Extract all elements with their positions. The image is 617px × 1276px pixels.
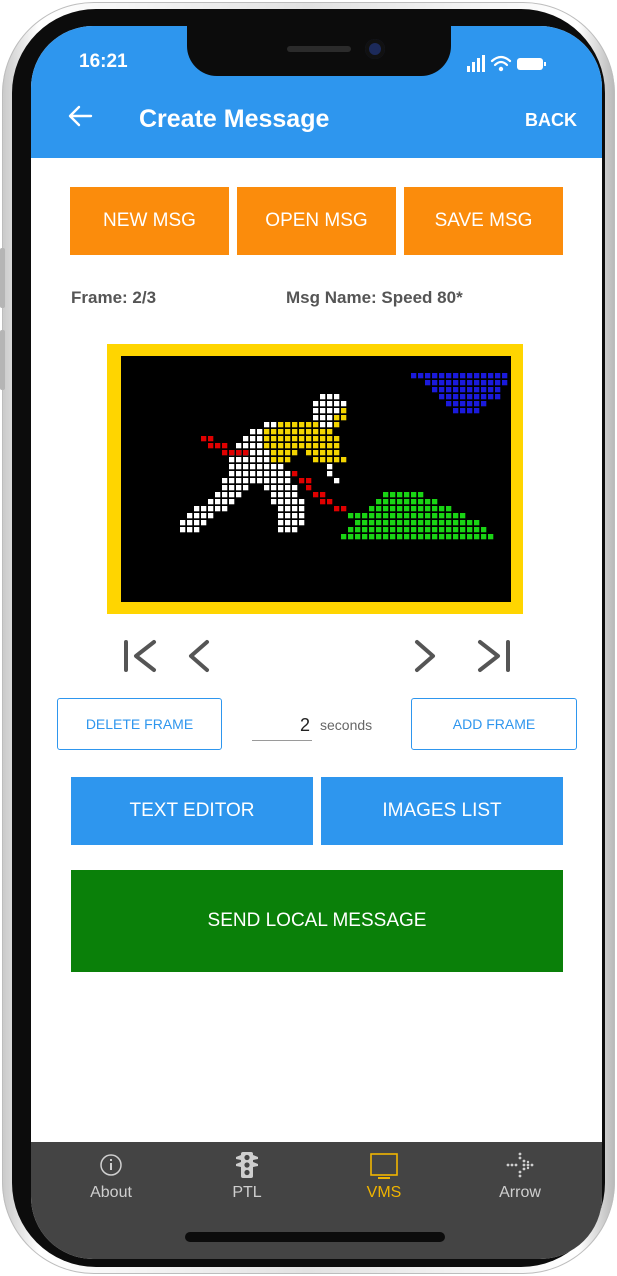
signal-icon [467, 55, 485, 72]
previous-frame-icon[interactable] [181, 634, 221, 678]
traffic-light-icon [236, 1152, 258, 1178]
speaker [287, 46, 351, 52]
delete-frame-button[interactable]: DELETE FRAME [57, 698, 222, 750]
volume-up-button [0, 248, 5, 308]
nav-label-vms: VMS [366, 1184, 402, 1201]
next-frame-icon[interactable] [403, 634, 443, 678]
home-indicator [185, 1232, 445, 1242]
last-frame-icon[interactable] [474, 634, 514, 678]
frame-value: 2/3 [132, 288, 157, 307]
frame-duration: seconds [252, 710, 392, 742]
nav-item-about[interactable]: About [66, 1150, 156, 1210]
page-title: Create Message [139, 105, 330, 133]
info-icon [100, 1154, 122, 1176]
notch [187, 26, 451, 76]
nav-label-ptl: PTL [232, 1184, 262, 1201]
status-icons [467, 55, 546, 72]
wifi-icon [490, 55, 512, 67]
new-msg-button[interactable]: NEW MSG [70, 187, 229, 255]
app-bar: 16:21 Create Message BACK [31, 26, 602, 158]
nav-item-arrow[interactable]: Arrow [475, 1150, 565, 1210]
msg-name-label: Msg Name: [286, 288, 377, 307]
first-frame-icon[interactable] [120, 634, 160, 678]
back-button[interactable]: BACK [525, 110, 577, 131]
frame-info: Frame: 2/3 [71, 288, 156, 308]
arrow-left-icon[interactable] [67, 103, 93, 129]
volume-down-button [0, 330, 5, 390]
road-works-man-digging-icon [180, 373, 508, 540]
nav-label-arrow: Arrow [499, 1184, 541, 1201]
frame-label: Frame: [71, 288, 128, 307]
wifi-dot [498, 66, 504, 72]
save-msg-button[interactable]: SAVE MSG [404, 187, 563, 255]
status-time: 16:21 [79, 51, 128, 72]
monitor-icon [370, 1153, 398, 1179]
app-screen: 16:21 Create Message BACK NEW MSG OPEN M… [31, 26, 602, 1259]
open-msg-button[interactable]: OPEN MSG [237, 187, 396, 255]
frame-duration-unit: seconds [320, 717, 373, 733]
led-preview[interactable] [121, 356, 511, 602]
battery-icon [517, 58, 546, 70]
send-local-message-button[interactable]: SEND LOCAL MESSAGE [71, 870, 563, 972]
msg-name-info: Msg Name: Speed 80* [286, 288, 463, 308]
arrow-board-icon [506, 1152, 534, 1178]
add-frame-button[interactable]: ADD FRAME [411, 698, 577, 750]
nav-item-vms[interactable]: VMS [339, 1150, 429, 1210]
msg-name-value: Speed 80* [381, 288, 463, 307]
camera-icon [365, 39, 385, 59]
nav-label-about: About [90, 1184, 132, 1201]
text-editor-button[interactable]: TEXT EDITOR [71, 777, 313, 845]
images-list-button[interactable]: IMAGES LIST [321, 777, 563, 845]
frame-duration-input[interactable] [252, 710, 312, 741]
nav-item-ptl[interactable]: PTL [202, 1150, 292, 1210]
